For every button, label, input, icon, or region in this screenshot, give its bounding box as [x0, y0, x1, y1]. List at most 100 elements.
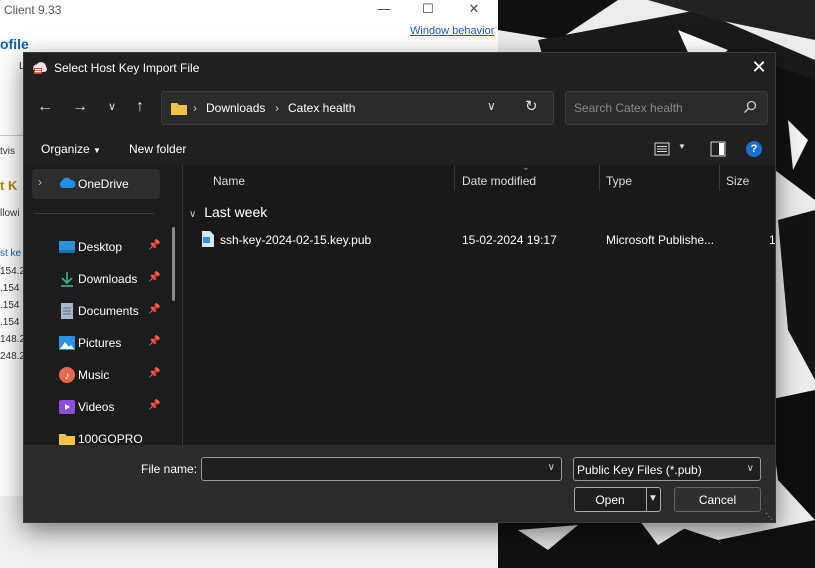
dialog-close-icon[interactable]: ✕ — [743, 53, 775, 83]
file-picker-dialog: Select Host Key Import File ✕ ← → ∨ ↑ › … — [23, 52, 776, 523]
view-options-button[interactable]: ▼ — [654, 141, 690, 159]
window-behavior-link[interactable]: Window behavior — [410, 25, 494, 37]
sidebar-item-desktop[interactable]: Desktop 📌 — [24, 232, 174, 262]
sidebar-item-pictures[interactable]: Pictures 📌 — [24, 328, 174, 358]
open-split-button[interactable]: Open ▼ — [574, 487, 661, 512]
recent-locations-chevron-icon[interactable]: ∨ — [100, 95, 124, 119]
music-icon: ♪ — [59, 367, 75, 383]
back-arrow-icon[interactable]: ← — [33, 95, 57, 119]
organize-menu-button[interactable]: Organize ▼ — [41, 142, 101, 156]
breadcrumb-separator-icon: › — [193, 101, 197, 115]
sidebar-item-label: OneDrive — [78, 177, 129, 191]
chevron-down-icon: ▼ — [93, 146, 101, 155]
pictures-icon — [59, 336, 75, 350]
background-fragment: 148.2 — [0, 334, 24, 345]
pin-icon[interactable]: 📌 — [148, 272, 160, 283]
pin-icon[interactable]: 📌 — [148, 368, 160, 379]
background-lower-panel: L tvis t K llowi st ke 154.2 .154 .154 .… — [0, 61, 25, 495]
background-fragment: 248.2 — [0, 351, 24, 362]
organize-label: Organize — [41, 142, 90, 156]
close-icon[interactable]: ✕ — [452, 0, 496, 20]
address-dropdown-icon[interactable]: ∨ — [487, 99, 496, 113]
sidebar-item-videos[interactable]: Videos 📌 — [24, 392, 174, 422]
download-icon — [61, 272, 73, 287]
dialog-title: Select Host Key Import File — [54, 61, 200, 75]
search-icon[interactable] — [743, 100, 757, 114]
background-fragment: t K — [0, 178, 18, 193]
new-folder-button[interactable]: New folder — [129, 142, 186, 156]
file-type-filter-select[interactable]: Public Key Files (*.pub) ∨ — [573, 457, 761, 481]
dialog-titlebar: Select Host Key Import File ✕ — [24, 53, 775, 83]
open-button[interactable]: Open — [575, 493, 645, 507]
chevron-down-icon: ▼ — [678, 142, 686, 151]
pin-icon[interactable]: 📌 — [148, 336, 160, 347]
breadcrumb-catex-health[interactable]: Catex health — [288, 101, 355, 115]
navigation-pane: › OneDrive Desktop 📌 Downloads 📌 Documen… — [24, 165, 182, 445]
breadcrumb-downloads[interactable]: Downloads — [206, 101, 265, 115]
sidebar-item-onedrive[interactable]: › OneDrive — [32, 169, 160, 199]
background-profile-heading: ofile — [0, 36, 29, 52]
search-input[interactable] — [574, 101, 734, 115]
file-row[interactable]: ssh-key-2024-02-15.key.pub 15-02-2024 19… — [199, 229, 775, 251]
expand-chevron-icon[interactable]: › — [38, 175, 42, 189]
open-dropdown-icon[interactable]: ▼ — [648, 493, 658, 504]
group-header-last-week[interactable]: ∨ Last week — [189, 204, 267, 220]
forward-arrow-icon[interactable]: → — [68, 95, 92, 119]
sidebar-divider — [34, 213, 154, 214]
app-cloud-icon — [33, 62, 47, 74]
file-name-input[interactable] — [206, 461, 526, 475]
address-bar[interactable]: › Downloads › Catex health ∨ ↻ — [161, 91, 554, 125]
details-view-icon — [654, 142, 670, 156]
preview-pane-icon[interactable] — [710, 141, 726, 157]
sidebar-item-label: Pictures — [78, 336, 122, 350]
sidebar-item-label: Documents — [78, 304, 139, 318]
up-arrow-icon[interactable]: ↑ — [128, 95, 152, 119]
sidebar-item-documents[interactable]: Documents 📌 — [24, 296, 174, 326]
sidebar-item-label: Music — [78, 368, 110, 382]
help-icon[interactable]: ? — [746, 141, 762, 157]
sidebar-item-label: Videos — [78, 400, 115, 414]
sidebar-item-100gopro[interactable]: 100GOPRO — [24, 424, 174, 445]
onedrive-cloud-icon — [59, 177, 76, 188]
sidebar-item-label: Downloads — [78, 272, 138, 286]
file-name: ssh-key-2024-02-15.key.pub — [220, 233, 372, 247]
folder-icon — [59, 434, 75, 445]
column-header-name[interactable]: Name — [213, 174, 245, 188]
column-header-size[interactable]: Size — [726, 174, 749, 188]
column-separator[interactable] — [454, 165, 455, 191]
sidebar-item-label: 100GOPRO — [78, 432, 143, 445]
documents-icon — [61, 303, 73, 319]
file-name-label: File name: — [141, 462, 198, 476]
sidebar-scrollbar[interactable] — [172, 227, 175, 301]
collapse-chevron-icon: ∨ — [189, 209, 197, 220]
folder-icon — [171, 103, 187, 115]
pin-icon[interactable]: 📌 — [148, 400, 160, 411]
file-name-combobox[interactable]: ∨ — [201, 457, 562, 481]
minimize-icon[interactable]: — — [362, 0, 406, 20]
cancel-button[interactable]: Cancel — [674, 487, 761, 512]
background-window-title: Client 9.33 — [4, 3, 62, 17]
pin-icon[interactable]: 📌 — [148, 240, 160, 251]
pin-icon[interactable]: 📌 — [148, 304, 160, 315]
sidebar-item-label: Desktop — [78, 240, 123, 254]
cancel-label: Cancel — [698, 493, 737, 507]
search-box[interactable] — [565, 91, 768, 125]
file-date: 15-02-2024 19:17 — [462, 233, 557, 247]
chevron-down-icon: ∨ — [746, 463, 754, 474]
sidebar-item-music[interactable]: ♪ Music 📌 — [24, 360, 174, 390]
column-separator[interactable] — [599, 165, 600, 191]
maximize-icon[interactable]: ☐ — [406, 0, 450, 20]
sidebar-item-downloads[interactable]: Downloads 📌 — [24, 264, 174, 294]
refresh-icon[interactable]: ↻ — [525, 97, 538, 115]
column-header-type[interactable]: Type — [606, 174, 632, 188]
desktop-icon — [59, 241, 75, 253]
column-separator[interactable] — [719, 165, 720, 191]
resize-grip-icon[interactable]: ⋱ — [765, 512, 773, 521]
pane-divider — [182, 165, 183, 445]
chevron-down-icon[interactable]: ∨ — [548, 462, 555, 473]
dialog-footer: File name: ∨ Public Key Files (*.pub) ∨ … — [24, 445, 775, 522]
breadcrumb-separator-icon: › — [275, 101, 279, 115]
background-fragment: .154 — [0, 283, 20, 294]
column-header-date-modified[interactable]: Date modified — [462, 174, 536, 188]
navigation-bar: ← → ∨ ↑ › Downloads › Catex health ∨ ↻ — [24, 83, 775, 133]
